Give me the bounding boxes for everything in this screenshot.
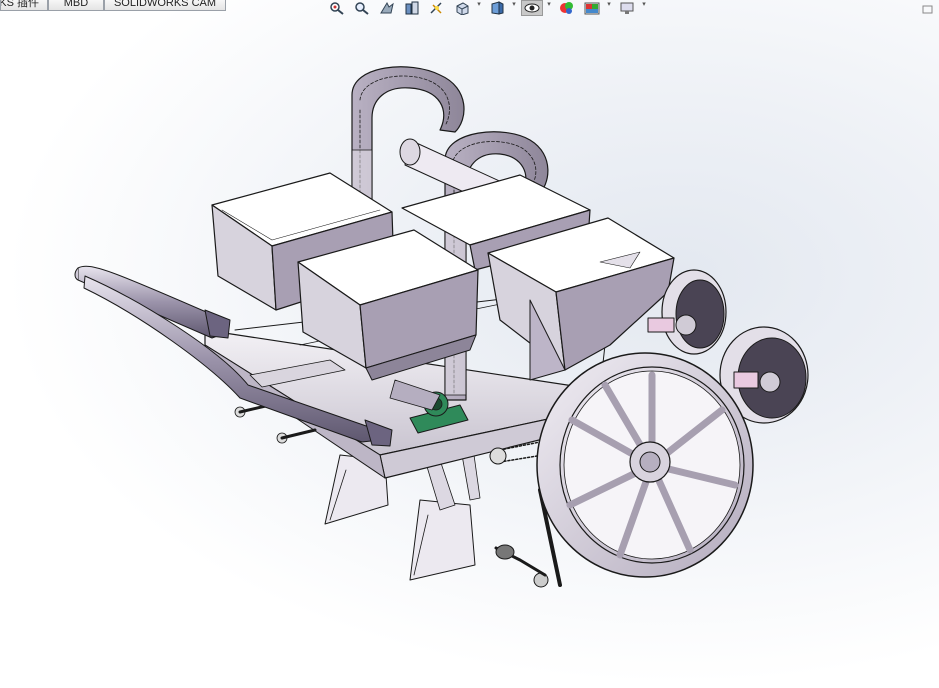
graphics-area[interactable]	[0, 0, 939, 688]
drive-wheel[interactable]	[536, 352, 754, 578]
furrow-opener-right	[409, 454, 481, 581]
